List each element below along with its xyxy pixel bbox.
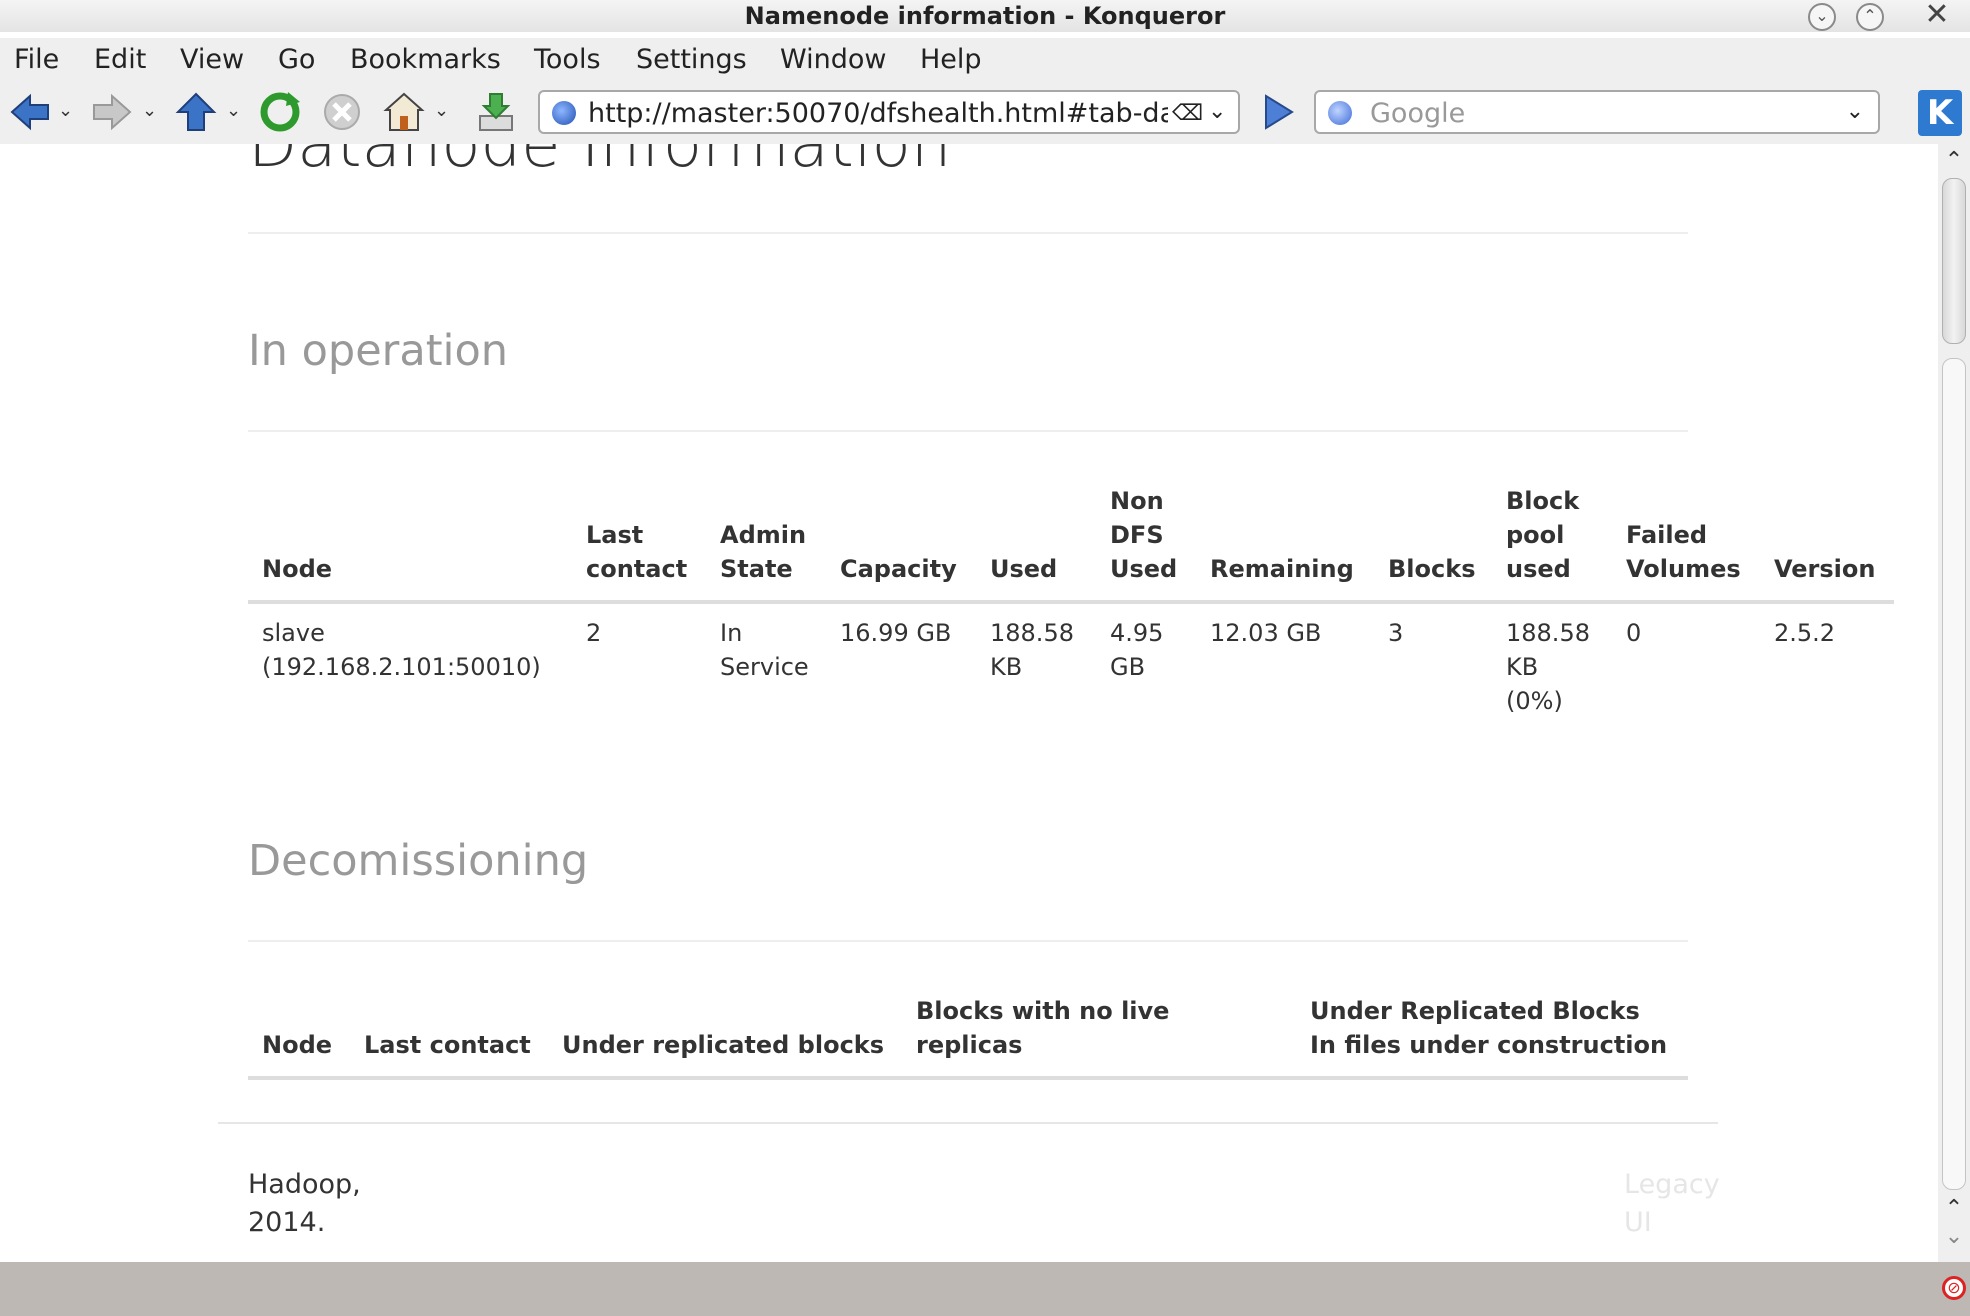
menu-bar: File Edit View Go Bookmarks Tools Settin… [0,38,1970,82]
close-icon[interactable]: ✕ [1920,0,1954,32]
col-block-pool-used: Block pool used [1506,487,1580,583]
back-history-chevron-icon[interactable]: ⌄ [58,100,73,121]
legacy-ui-link[interactable]: Legacy UI [1624,1166,1744,1242]
table-header-row: Node Last contact Under replicated block… [248,994,1688,1078]
table-row: slave (192.168.2.101:50010) 2 In Service… [248,602,1894,718]
menu-window[interactable]: Window [780,44,886,75]
menu-tools[interactable]: Tools [534,44,601,75]
menu-help[interactable]: Help [920,44,982,75]
kde-logo-icon: K [1918,90,1962,136]
scroll-down-icon[interactable]: ⌄ [1938,1224,1970,1249]
window-title: Namenode information - Konqueror [744,2,1226,30]
up-chevron-icon[interactable]: ⌄ [226,100,241,121]
menu-view[interactable]: View [180,44,244,75]
menu-bookmarks[interactable]: Bookmarks [350,44,501,75]
col-remaining: Remaining [1210,555,1354,583]
url-dropdown-chevron-icon[interactable]: ⌄ [1208,99,1226,124]
cell-admin-state: In Service [720,619,809,681]
col-blocks-no-live-replicas: Blocks with no live replicas [916,997,1170,1059]
cell-non-dfs-used: 4.95 GB [1110,619,1164,681]
vertical-scrollbar[interactable]: ⌃ ⌃ ⌄ [1938,144,1970,1262]
cell-remaining: 12.03 GB [1210,619,1322,647]
col-failed-volumes: Failed Volumes [1626,521,1741,583]
cell-blocks: 3 [1388,619,1404,647]
page-content: Datanode Information In operation Node L… [0,144,1938,1262]
download-icon[interactable] [474,90,518,134]
scroll-thumb[interactable] [1942,178,1966,344]
scroll-track[interactable] [1942,358,1966,1190]
menu-settings[interactable]: Settings [636,44,747,75]
cell-block-pool-used: 188.58 KB (0%) [1506,619,1590,715]
menu-edit[interactable]: Edit [94,44,146,75]
in-operation-title: In operation [248,326,509,376]
col-capacity: Capacity [840,555,957,583]
forward-history-chevron-icon[interactable]: ⌄ [142,100,157,121]
decommissioning-title: Decomissioning [248,836,589,886]
cell-failed-volumes: 0 [1626,619,1642,647]
search-engine-icon[interactable] [1328,101,1352,125]
home-icon[interactable] [382,90,426,134]
cell-capacity: 16.99 GB [840,619,952,647]
col-used: Used [990,555,1058,583]
in-operation-table: Node Last contact Admin State Capacity U… [248,484,1894,718]
search-input[interactable]: Google [1370,98,1465,129]
globe-icon [552,101,576,125]
url-bar[interactable]: http://master:50070/dfshealth.html#tab-d… [538,90,1240,134]
col-node: Node [262,1031,333,1059]
clear-url-icon[interactable]: ⌫ [1172,101,1203,126]
footer-copyright: Hadoop, 2014. [248,1169,361,1238]
reload-icon[interactable] [258,90,302,134]
toolbar: ⌄ ⌄ ⌄ ⌄ http://master:50070/dfshealth.ht… [0,82,1970,144]
url-input[interactable]: http://master:50070/dfshealth.html#tab-d… [588,98,1168,129]
maximize-icon[interactable]: ⌃ [1856,3,1884,31]
page-title: Datanode Information [248,144,952,182]
decommissioning-table: Node Last contact Under replicated block… [248,994,1688,1080]
up-icon[interactable] [174,90,218,134]
cell-node: slave (192.168.2.101:50010) [262,619,541,681]
cell-used: 188.58 KB [990,619,1074,681]
col-version: Version [1774,555,1876,583]
home-chevron-icon[interactable]: ⌄ [434,100,449,121]
col-admin-state: Admin State [720,521,807,583]
go-arrow-icon[interactable] [1262,94,1294,130]
search-bar[interactable]: Google ⌄ [1314,90,1880,134]
divider [248,940,1688,942]
search-dropdown-chevron-icon[interactable]: ⌄ [1846,99,1864,124]
col-under-replicated-in-construction: Under Replicated Blocks In files under c… [1310,997,1668,1059]
forward-icon[interactable] [90,90,134,134]
menu-go[interactable]: Go [278,44,315,75]
back-icon[interactable] [8,90,52,134]
window-titlebar: Namenode information - Konqueror ⌄ ⌃ ✕ [0,0,1970,32]
cell-version: 2.5.2 [1774,619,1836,647]
minimize-icon[interactable]: ⌄ [1808,3,1836,31]
divider [248,232,1688,234]
table-header-row: Node Last contact Admin State Capacity U… [248,484,1894,602]
col-non-dfs-used: Non DFS Used [1110,487,1178,583]
divider [248,430,1688,432]
col-last-contact: Last contact [586,521,688,583]
footer-divider [218,1122,1718,1124]
status-bar: ⊘ [0,1262,1970,1316]
menu-file[interactable]: File [14,44,59,75]
col-under-replicated-blocks: Under replicated blocks [562,1031,885,1059]
security-status-icon[interactable]: ⊘ [1942,1276,1966,1300]
scroll-up-small-icon[interactable]: ⌃ [1938,1196,1970,1221]
scroll-up-icon[interactable]: ⌃ [1938,148,1970,173]
col-blocks: Blocks [1388,555,1476,583]
cell-last-contact: 2 [586,619,602,647]
stop-icon[interactable] [320,90,364,134]
col-last-contact: Last contact [364,1031,531,1059]
col-node: Node [262,555,333,583]
